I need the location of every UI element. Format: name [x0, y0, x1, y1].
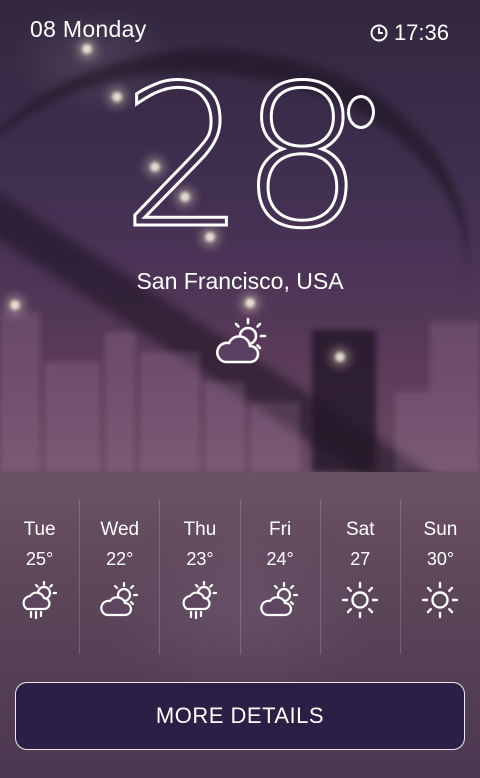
sun-icon	[420, 580, 460, 620]
day-name: Thu	[183, 519, 217, 540]
more-details-button[interactable]: MORE DETAILS	[15, 682, 465, 750]
day-name: Tue	[23, 519, 56, 540]
degree-symbol	[347, 95, 375, 129]
time-label: 17:36	[393, 20, 449, 45]
bridge-light	[245, 298, 255, 308]
building	[0, 312, 40, 472]
city-light	[10, 300, 20, 310]
building	[140, 352, 200, 472]
day-temperature: 24°	[266, 549, 294, 569]
partly-cloudy-icon	[259, 580, 301, 620]
bridge-tower	[312, 330, 376, 472]
forecast-day-fri[interactable]: Fri 24°	[241, 500, 321, 654]
location-label: San Francisco, USA	[136, 268, 344, 294]
bridge-light	[82, 44, 92, 54]
day-name: Sun	[423, 519, 458, 540]
partly-cloudy-icon	[99, 580, 141, 620]
forecast-day-thu[interactable]: Thu 23°	[160, 500, 241, 654]
partly-cloudy-icon	[214, 316, 272, 368]
bridge-light	[335, 352, 345, 362]
forecast-day-sun[interactable]: Sun 30°	[401, 500, 480, 654]
building	[250, 402, 300, 472]
forecast-day-wed[interactable]: Wed 22°	[80, 500, 161, 654]
building	[105, 332, 135, 472]
building	[430, 322, 480, 472]
current-time: 17:36	[370, 20, 449, 46]
current-date: 08 Monday	[30, 16, 147, 42]
day-name: Fri	[269, 519, 292, 540]
building	[45, 362, 100, 472]
city-skyline	[0, 282, 480, 472]
sun-icon	[340, 580, 380, 620]
day-name: Wed	[100, 519, 140, 540]
day-temperature: 23°	[186, 549, 214, 569]
current-temperature: 28	[120, 44, 366, 272]
day-name: Sat	[346, 519, 375, 540]
building	[395, 392, 430, 472]
rain-sun-icon	[180, 580, 220, 620]
forecast-day-tue[interactable]: Tue 25°	[0, 500, 81, 654]
day-temperature: 27	[350, 549, 371, 569]
day-temperature: 30°	[426, 549, 455, 569]
day-temperature: 22°	[106, 549, 134, 569]
building	[205, 382, 245, 472]
forecast-row: Tue 25° Wed 22° Thu 23° Fri 24° Sat 27 S…	[0, 500, 480, 654]
clock-icon	[370, 24, 388, 42]
day-temperature: 25°	[25, 549, 54, 569]
forecast-day-sat[interactable]: Sat 27	[321, 500, 401, 654]
rain-sun-icon	[20, 580, 60, 620]
